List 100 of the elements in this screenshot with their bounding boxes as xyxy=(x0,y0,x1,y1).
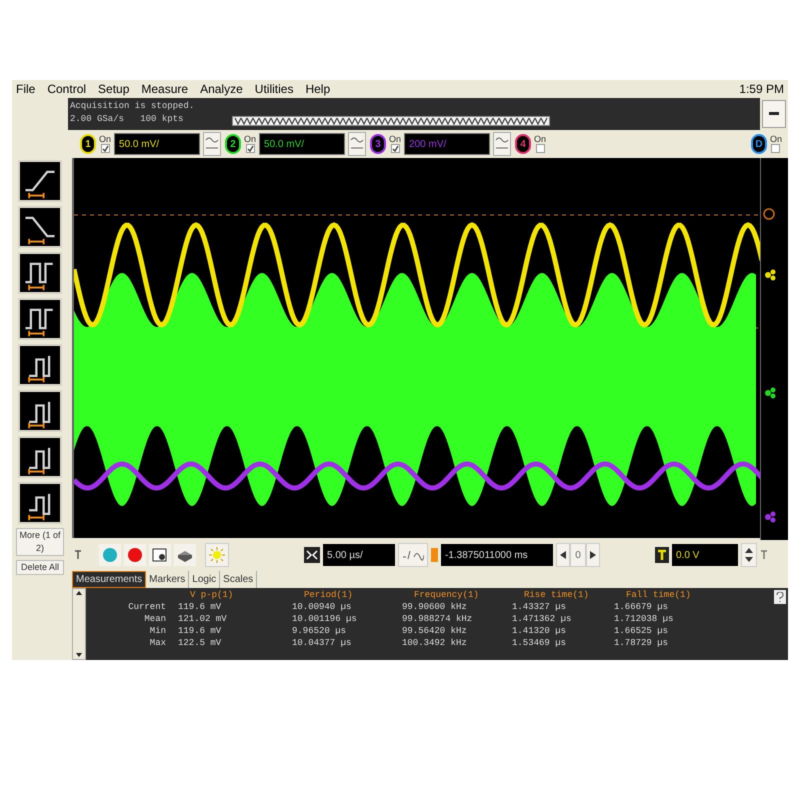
clock: 1:59 PM xyxy=(739,81,784,98)
level-marker-icon xyxy=(763,510,777,524)
menu-item[interactable]: Setup xyxy=(98,80,130,98)
up-down-icon xyxy=(745,547,753,563)
step-button[interactable]: 0 xyxy=(570,543,586,567)
on-checkbox[interactable] xyxy=(390,144,400,153)
on-checkbox[interactable] xyxy=(536,144,545,153)
delay-field[interactable]: -1.3875011000 ms xyxy=(441,544,553,566)
level-marker-icon xyxy=(763,386,777,400)
column-header: V p-p(1) xyxy=(189,589,234,601)
question-icon xyxy=(776,592,784,602)
table-cell-text: 10.00940 µs xyxy=(291,601,352,613)
table-cell-text: 1.471362 µs xyxy=(511,613,572,625)
coupling-button[interactable] xyxy=(493,132,512,156)
scale-field[interactable]: 200 mV/ xyxy=(404,133,490,155)
channel-badge[interactable]: 3 xyxy=(370,134,386,154)
channel-badge[interactable]: D xyxy=(750,134,767,154)
row-label: Current xyxy=(127,601,167,613)
timebase-field[interactable]: 5.00 µs/ xyxy=(323,544,395,566)
trigger-marker-icon xyxy=(74,550,82,560)
down-arrow-icon xyxy=(76,653,82,657)
on-label: On xyxy=(244,135,256,144)
horizontal-button[interactable] xyxy=(398,543,428,567)
menu-item[interactable]: Analyze xyxy=(200,80,243,98)
tab[interactable]: Measurements xyxy=(72,571,146,588)
spin-button[interactable] xyxy=(741,543,757,567)
table-cell-text: 1.41320 µs xyxy=(511,625,568,637)
table-cell-text: 99.988274 kHz xyxy=(401,613,474,625)
measure-tool-button[interactable] xyxy=(18,298,62,340)
measure-tool-button[interactable] xyxy=(18,160,62,202)
scroll-bar[interactable] xyxy=(72,588,86,660)
table-cell-text: 99.56420 kHz xyxy=(401,625,468,637)
column-header: Period(1) xyxy=(303,589,354,601)
trigger-level-icon xyxy=(655,547,669,563)
menu-item[interactable]: File xyxy=(16,80,36,98)
measure-tool-button[interactable] xyxy=(18,436,62,478)
column-header: Fall time(1) xyxy=(625,589,692,601)
reference-marker-icon xyxy=(763,208,775,220)
side-button[interactable]: More (1 of 2) xyxy=(16,528,64,556)
measure-tool-button[interactable] xyxy=(18,482,62,524)
channel-badge[interactable]: 2 xyxy=(225,134,242,154)
timebase-icon xyxy=(304,547,320,563)
measure-tool-button[interactable] xyxy=(18,206,62,248)
side-button[interactable]: Delete All xyxy=(16,560,64,575)
right-arrow-icon xyxy=(590,551,596,559)
scale-field[interactable]: 50.0 mV/ xyxy=(259,133,346,155)
on-checkbox[interactable] xyxy=(100,144,110,153)
table-cell-text: 1.66679 µs xyxy=(613,601,670,613)
table-cell-text: 1.43327 µs xyxy=(511,601,568,613)
right-arrow-button[interactable] xyxy=(586,543,600,567)
trigger-position-icon xyxy=(431,548,438,562)
measure-tool-button[interactable] xyxy=(18,390,62,432)
coupling-button[interactable] xyxy=(203,132,222,156)
table-cell-text: 119.6 mV xyxy=(177,625,222,637)
wave-icon xyxy=(402,549,424,561)
check-icon xyxy=(102,145,108,152)
table-cell-text: 9.96520 µs xyxy=(291,625,348,637)
table-cell-text: 1.78729 µs xyxy=(613,637,670,649)
table-cell-text: 122.5 mV xyxy=(177,637,222,649)
menu-item[interactable]: Help xyxy=(305,80,330,98)
left-arrow-icon xyxy=(560,551,566,559)
channel-badge[interactable]: 1 xyxy=(80,134,96,154)
menu-item[interactable]: Measure xyxy=(141,80,188,98)
minus-icon xyxy=(769,112,779,116)
circle-icon xyxy=(127,547,143,563)
level-marker-icon xyxy=(763,268,777,282)
sun-icon xyxy=(208,546,226,564)
coupling-button[interactable] xyxy=(348,132,366,156)
table-cell-text: 100.3492 kHz xyxy=(401,637,468,649)
help-button[interactable] xyxy=(774,590,786,604)
row-label: Mean xyxy=(143,613,167,625)
print-button[interactable] xyxy=(174,544,196,566)
table-cell-text: 99.90600 kHz xyxy=(401,601,468,613)
menu-item[interactable]: Utilities xyxy=(254,80,294,98)
trigger-marker-icon xyxy=(760,550,768,560)
measure-tool-button[interactable] xyxy=(18,252,62,294)
minimize-button[interactable] xyxy=(762,100,786,128)
status-text: Acquisition is stopped. xyxy=(70,100,194,113)
measure-tool-button[interactable] xyxy=(18,344,62,386)
channel-badge[interactable]: 4 xyxy=(515,134,532,154)
on-label: On xyxy=(770,135,782,144)
table-cell-text: 121.02 mV xyxy=(177,613,228,625)
on-label: On xyxy=(534,135,546,144)
window-icon xyxy=(152,547,168,563)
scale-field[interactable]: 50.0 mV/ xyxy=(114,133,200,155)
check-icon xyxy=(392,145,399,152)
table-cell-text: 1.53469 µs xyxy=(511,637,568,649)
column-header: Frequency(1) xyxy=(413,589,480,601)
on-checkbox[interactable] xyxy=(771,144,780,153)
menu-item[interactable]: Control xyxy=(47,80,86,98)
on-checkbox[interactable] xyxy=(246,144,255,153)
left-arrow-button[interactable] xyxy=(556,543,570,567)
column-header: Rise time(1) xyxy=(523,589,590,601)
row-label: Min xyxy=(148,625,167,637)
check-icon xyxy=(246,145,254,152)
stop-button[interactable] xyxy=(124,544,146,566)
trigger-level-field[interactable]: 0.0 V xyxy=(672,544,738,566)
circle-icon xyxy=(102,547,118,563)
single-button[interactable] xyxy=(149,544,171,566)
table-cell-text: 119.6 mV xyxy=(177,601,222,613)
